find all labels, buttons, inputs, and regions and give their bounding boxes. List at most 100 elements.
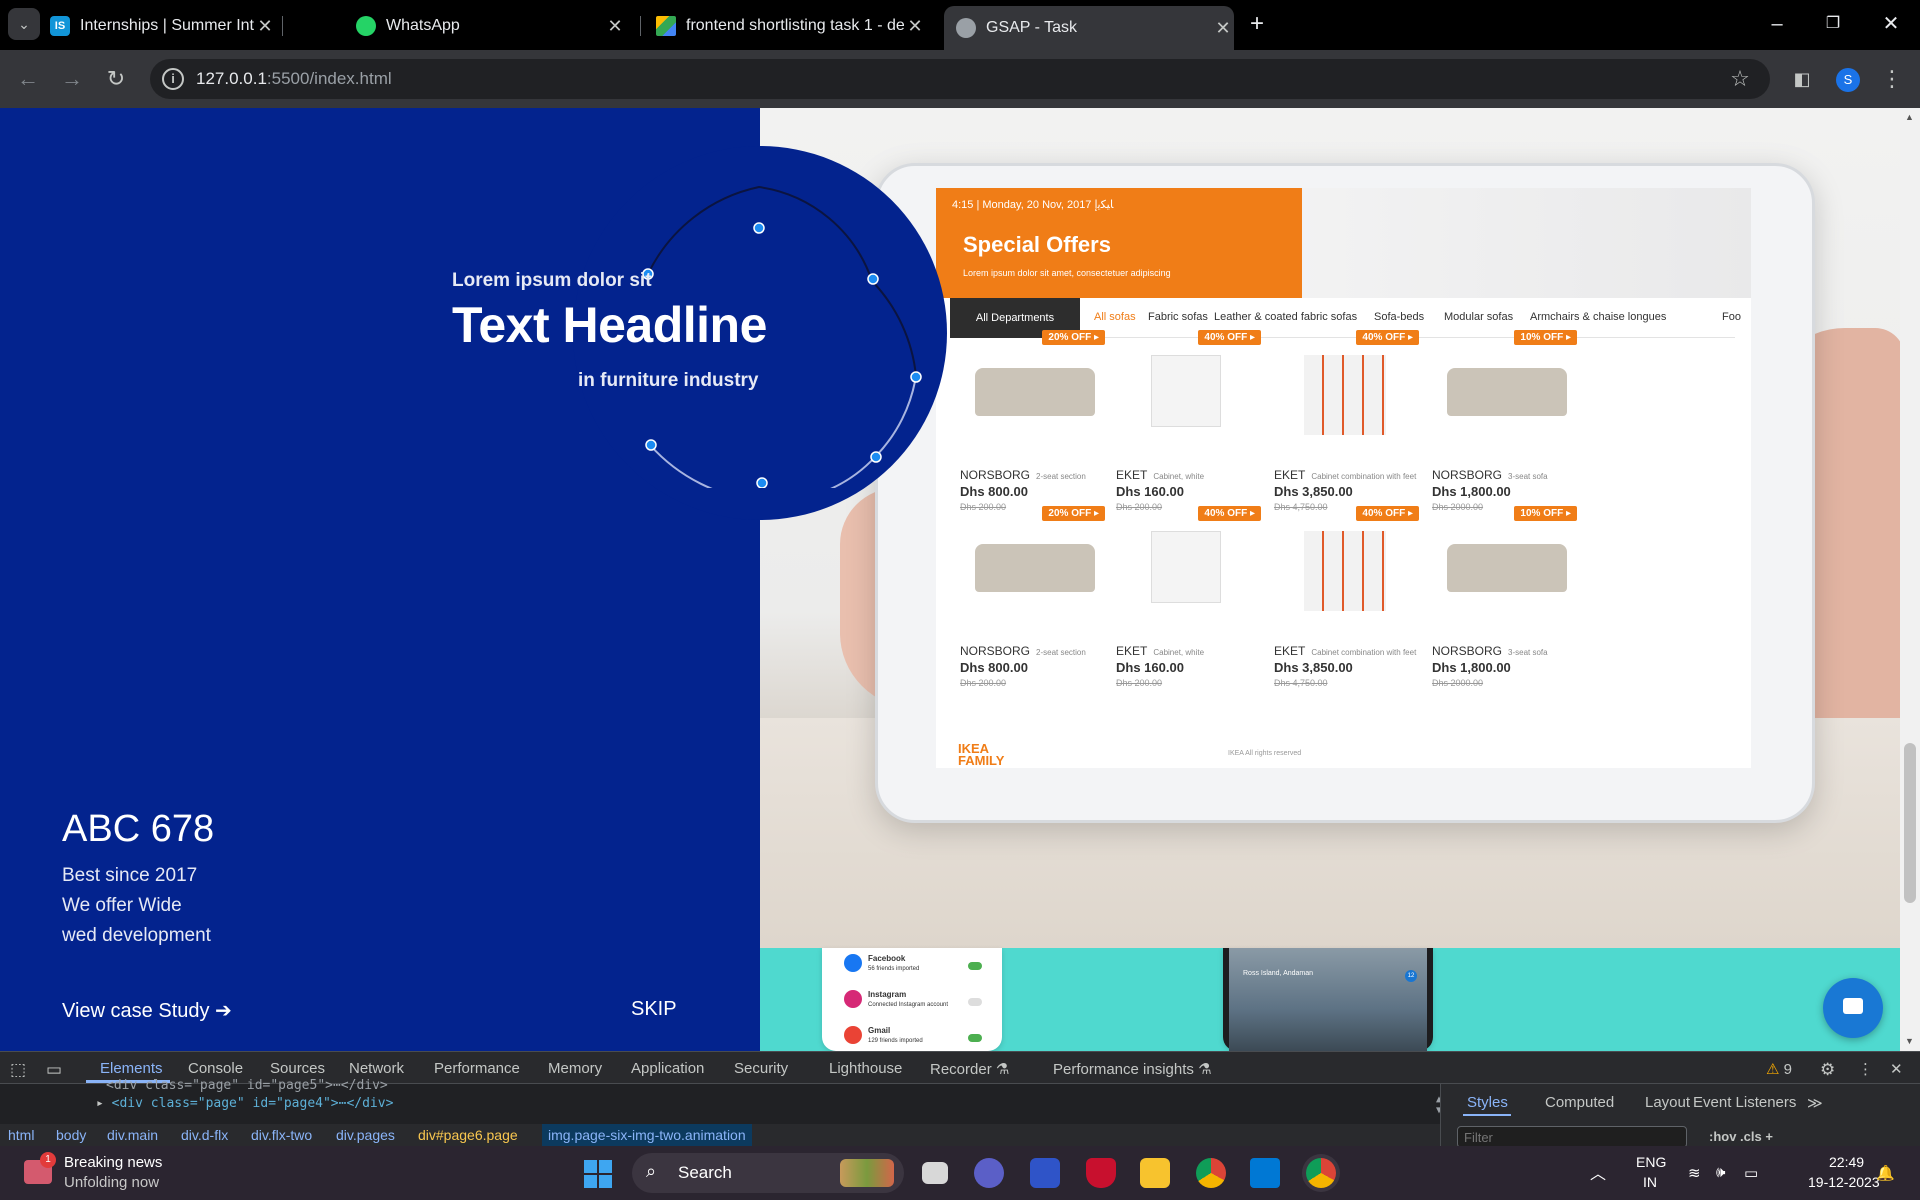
instagram-toggle[interactable] (968, 998, 982, 1006)
facebook-toggle[interactable] (968, 962, 982, 970)
notification-bell-icon[interactable]: 🔔 (1876, 1164, 1895, 1182)
profile-avatar[interactable]: S (1836, 68, 1860, 92)
clock-time[interactable]: 22:49 (1829, 1154, 1864, 1170)
chrome-icon[interactable] (1196, 1158, 1226, 1188)
orbit-node[interactable] (867, 273, 879, 285)
settings-gear-icon[interactable]: ⚙ (1820, 1060, 1835, 1080)
clock-date[interactable]: 19-12-2023 (1808, 1174, 1880, 1190)
breadcrumb-item[interactable]: div.pages (336, 1127, 395, 1143)
minimize-button[interactable]: – (1752, 8, 1802, 40)
file-explorer-icon[interactable] (1140, 1158, 1170, 1188)
close-tab-icon[interactable]: ✕ (904, 16, 926, 37)
site-info-icon[interactable]: i (162, 68, 184, 90)
side-panel-icon[interactable]: ◧ (1786, 63, 1818, 95)
breadcrumb-item[interactable]: body (56, 1127, 86, 1143)
chat-bubble-button[interactable] (1823, 978, 1883, 1038)
mcafee-shield-icon[interactable] (1086, 1158, 1116, 1188)
teams-chat-icon[interactable] (974, 1158, 1004, 1188)
bookmark-star-icon[interactable]: ☆ (1724, 63, 1756, 95)
view-case-study-link[interactable]: View case Study ➔ (62, 998, 232, 1023)
dom-line[interactable]: <div class="page" id="page5">⋯</div> (106, 1078, 388, 1093)
device-toolbar-icon[interactable]: ▭ (46, 1060, 62, 1080)
devtools-tab[interactable]: Memory (548, 1060, 602, 1077)
back-arrow-icon[interactable]: ← (12, 63, 44, 95)
tray-overflow-chevron-icon[interactable]: ︿ (1590, 1160, 1606, 1184)
devtools-tab[interactable]: Network (349, 1060, 404, 1077)
gmail-toggle[interactable] (968, 1034, 982, 1042)
orbit-node[interactable] (870, 451, 882, 463)
dom-line[interactable]: ▸ <div class="page" id="page4">⋯</div> (96, 1096, 393, 1111)
skip-button[interactable]: SKIP (631, 998, 677, 1021)
windows-start-icon[interactable] (584, 1160, 612, 1188)
volume-icon[interactable]: 🕪 (1716, 1164, 1725, 1181)
product-card[interactable]: 10% OFF ▸ NORSBORG 3-seat sofa Dhs 1,800.00… (1422, 506, 1607, 706)
devtools-tab[interactable]: Recorder ⚗ (930, 1060, 1009, 1078)
breadcrumb-item[interactable]: img.page-six-img-two.animation (542, 1124, 752, 1147)
close-devtools-icon[interactable]: ✕ (1890, 1060, 1903, 1078)
tab-gsap-task[interactable]: GSAP - Task ✕ (944, 6, 1234, 50)
url-text[interactable]: 127.0.0.1:5500/index.html (196, 69, 392, 89)
devtools-menu-icon[interactable]: ⋮ (1858, 1060, 1873, 1078)
scroll-thumb[interactable] (1904, 743, 1916, 903)
category-item[interactable]: Foo (1722, 311, 1741, 323)
breadcrumb-item[interactable]: div#page6.page (418, 1127, 518, 1143)
devtools-tab[interactable]: Elements (100, 1060, 163, 1077)
breadcrumb-item[interactable]: div.main (107, 1127, 158, 1143)
region-indicator[interactable]: IN (1643, 1174, 1657, 1190)
taskbar-search[interactable]: ⌕ Search (632, 1153, 904, 1193)
orbit-node[interactable] (753, 222, 765, 234)
tab-google-drive[interactable]: frontend shortlisting task 1 - de ✕ (656, 6, 926, 46)
more-tabs-chevron-icon[interactable]: ≫ (1807, 1094, 1823, 1112)
category-item[interactable]: Armchairs & chaise longues (1530, 311, 1666, 323)
tab-search-button[interactable]: ⌄ (8, 8, 40, 40)
category-item[interactable]: Sofa-beds (1374, 311, 1424, 323)
warnings-badge[interactable]: ⚠ 9 (1766, 1060, 1792, 1078)
language-indicator[interactable]: ENG (1636, 1154, 1666, 1170)
breadcrumb-item[interactable]: div.flx-two (251, 1127, 312, 1143)
address-bar[interactable]: i 127.0.0.1:5500/index.html ☆ (150, 59, 1770, 99)
chrome-profile-icon[interactable] (1306, 1158, 1336, 1188)
category-item[interactable]: Fabric sofas (1148, 311, 1208, 323)
devtools-tab[interactable]: Performance (434, 1060, 520, 1077)
category-item[interactable]: Leather & coated fabric sofas (1214, 311, 1357, 323)
category-item[interactable]: Modular sofas (1444, 311, 1513, 323)
tab-whatsapp[interactable]: WhatsApp ✕ (356, 6, 626, 46)
product-card[interactable]: 10% OFF ▸ NORSBORG 3-seat sofa Dhs 1,800.00… (1422, 330, 1607, 530)
task-view-icon[interactable] (922, 1162, 948, 1184)
devtools-tab[interactable]: Sources (270, 1060, 325, 1077)
scroll-up-arrow-icon[interactable]: ▲ (1905, 112, 1914, 122)
tab-internships[interactable]: IS Internships | Summer Internship ✕ (50, 6, 276, 46)
orbit-node[interactable] (645, 439, 657, 451)
azure-data-studio-icon[interactable] (1030, 1158, 1060, 1188)
menu-kebab-icon[interactable]: ⋮ (1876, 63, 1908, 95)
devtools-tab[interactable]: Security (734, 1060, 788, 1077)
battery-icon[interactable]: ▭ (1744, 1164, 1758, 1182)
category-item[interactable]: All sofas (1094, 311, 1136, 323)
devtools-tab[interactable]: Lighthouse (829, 1060, 902, 1077)
reload-icon[interactable]: ↻ (100, 63, 132, 95)
new-tab-button[interactable]: + (1232, 8, 1282, 40)
styles-filter-input[interactable] (1457, 1126, 1687, 1148)
forward-arrow-icon[interactable]: → (56, 63, 88, 95)
devtools-tab[interactable]: Console (188, 1060, 243, 1077)
close-tab-icon[interactable]: ✕ (1212, 18, 1234, 39)
orbit-node[interactable] (910, 371, 922, 383)
wifi-icon[interactable]: ≋ (1688, 1164, 1701, 1182)
vscode-icon[interactable] (1250, 1158, 1280, 1188)
breadcrumb-item[interactable]: div.d-flx (181, 1127, 228, 1143)
devtools-tab[interactable]: Performance insights ⚗ (1053, 1060, 1212, 1078)
close-window-button[interactable]: ✕ (1866, 8, 1916, 40)
orbit-node[interactable] (756, 477, 768, 488)
news-title[interactable]: Breaking news (64, 1154, 162, 1171)
page-scrollbar[interactable]: ▲ ▼ (1900, 108, 1920, 1051)
tab-computed[interactable]: Computed (1545, 1094, 1614, 1111)
tab-styles[interactable]: Styles (1467, 1094, 1508, 1111)
tab-event-listeners[interactable]: Event Listeners (1693, 1094, 1796, 1111)
inspect-element-icon[interactable]: ⬚ (10, 1060, 26, 1080)
close-tab-icon[interactable]: ✕ (254, 16, 276, 37)
devtools-tab[interactable]: Application (631, 1060, 704, 1077)
restore-button[interactable]: ❐ (1808, 8, 1858, 40)
news-subtitle[interactable]: Unfolding now (64, 1174, 159, 1191)
styles-filter-tools[interactable]: :hov .cls + (1709, 1129, 1773, 1144)
breadcrumb-item[interactable]: html (8, 1127, 34, 1143)
